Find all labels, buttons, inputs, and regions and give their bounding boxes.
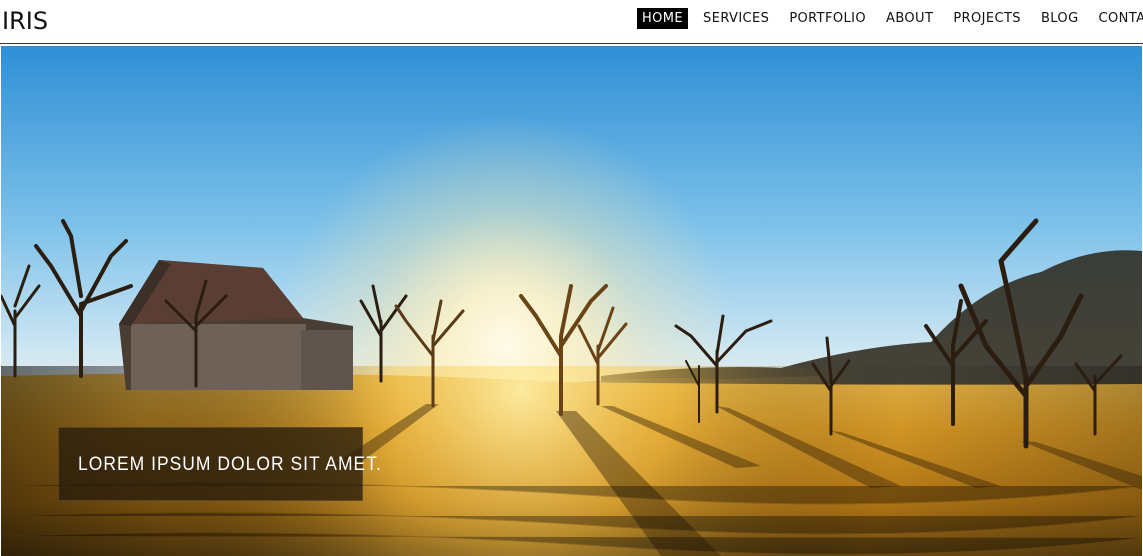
nav-item-about[interactable]: ABOUT bbox=[881, 8, 938, 29]
hero-caption-box: LOREM IPSUM DOLOR SIT AMET. bbox=[58, 427, 381, 501]
hero-banner: LOREM IPSUM DOLOR SIT AMET. bbox=[1, 46, 1142, 556]
top-navigation-bar: IRIS HOME SERVICES PORTFOLIO ABOUT PROJECTS B… bbox=[0, 0, 1143, 44]
nav-item-projects[interactable]: PROJECTS bbox=[948, 8, 1026, 29]
nav-item-portfolio[interactable]: PORTFOLIO bbox=[784, 8, 871, 29]
main-nav: HOME SERVICES PORTFOLIO ABOUT PROJECTS BLOG CO… bbox=[637, 8, 1143, 29]
nav-item-contact[interactable]: CONTACT bbox=[1094, 8, 1143, 29]
nav-item-services[interactable]: SERVICES bbox=[698, 8, 774, 29]
site-logo[interactable]: IRIS bbox=[2, 8, 48, 34]
hero-caption-text: LOREM IPSUM DOLOR SIT AMET. bbox=[78, 454, 382, 475]
nav-item-blog[interactable]: BLOG bbox=[1036, 8, 1084, 29]
nav-item-home[interactable]: HOME bbox=[637, 8, 689, 29]
